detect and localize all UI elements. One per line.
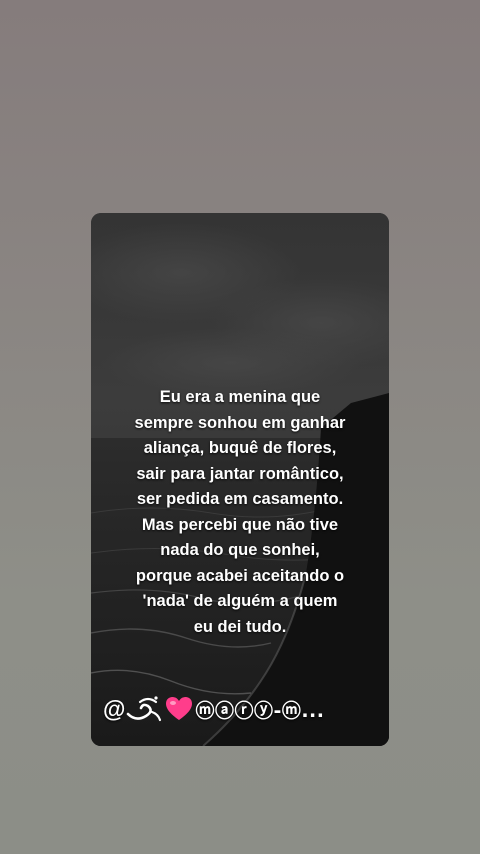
quote-line: nada do que sonhei, <box>160 541 320 559</box>
quote-line: 'nada' de alguém a quem <box>142 592 338 610</box>
quote-line: sempre sonhou em ganhar <box>134 413 346 432</box>
quote-line: eu dei tudo. <box>193 617 287 636</box>
story-screen: { "quote": { "lines": [ "Eu era a menina… <box>0 0 480 854</box>
quote-line: Mas percebi que não tive <box>141 515 339 534</box>
quote-line: sair para jantar romântico, <box>136 464 344 483</box>
author-signature[interactable]: @ ⓜⓐⓡⓨ-ⓜ... <box>103 693 383 725</box>
quote-text: Eu era a menina que sempre sonhou em gan… <box>91 385 389 640</box>
quote-line: Eu era a menina que <box>159 388 321 406</box>
swirl-icon <box>127 696 162 722</box>
quote-line: ser pedida em casamento. <box>136 490 344 508</box>
quote-line: porque acabei aceitando o <box>135 566 345 585</box>
signature-at: @ <box>103 695 126 722</box>
signature-name: ⓜⓐⓡⓨ-ⓜ... <box>195 699 325 722</box>
quote-line: aliança, buquê de flores, <box>143 439 337 457</box>
heart-icon <box>166 697 193 720</box>
story-card: Eu era a menina que sempre sonhou em gan… <box>91 213 389 746</box>
